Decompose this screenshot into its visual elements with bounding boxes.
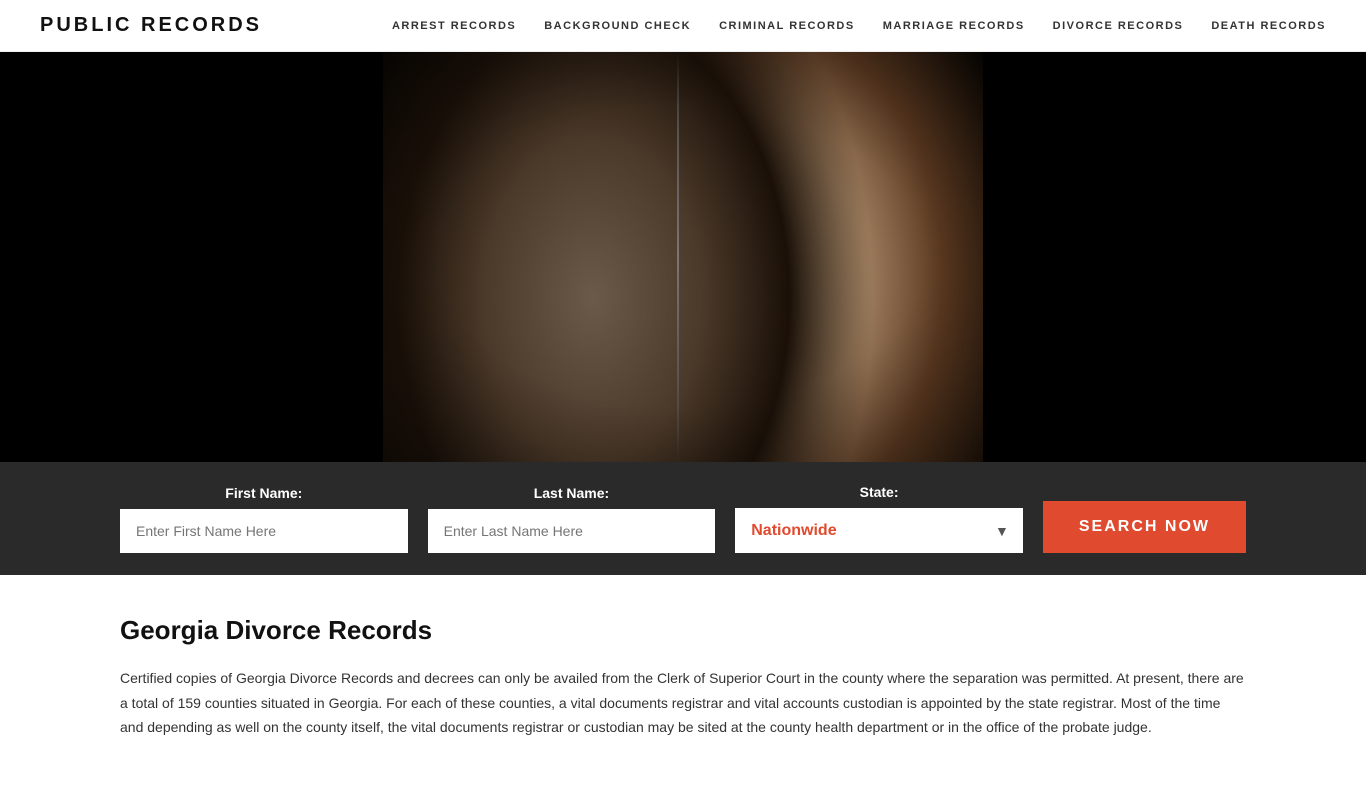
content-body: Certified copies of Georgia Divorce Reco…	[120, 666, 1246, 740]
site-header: PUBLIC RECORDS ARREST RECORDS BACKGROUND …	[0, 0, 1366, 52]
nav-link-background-check[interactable]: BACKGROUND CHECK	[544, 20, 691, 32]
hero-vignette	[0, 52, 1366, 462]
last-name-input[interactable]	[428, 509, 716, 553]
state-select-wrapper: NationwideAlabamaAlaskaArizonaArkansasCa…	[735, 508, 1023, 553]
first-name-label: First Name:	[120, 485, 408, 501]
hero-section	[0, 52, 1366, 462]
first-name-group: First Name:	[120, 485, 408, 553]
nav-link-criminal-records[interactable]: CRIMINAL RECORDS	[719, 20, 855, 32]
last-name-label: Last Name:	[428, 485, 716, 501]
last-name-group: Last Name:	[428, 485, 716, 553]
state-group: State: NationwideAlabamaAlaskaArizonaArk…	[735, 484, 1023, 553]
search-now-button[interactable]: SEARCH NOW	[1043, 501, 1246, 553]
state-select[interactable]: NationwideAlabamaAlaskaArizonaArkansasCa…	[735, 508, 1023, 553]
nav-link-arrest-records[interactable]: ARREST RECORDS	[392, 20, 516, 32]
nav-link-death-records[interactable]: DEATH RECORDS	[1211, 20, 1326, 32]
first-name-input[interactable]	[120, 509, 408, 553]
search-section: First Name: Last Name: State: Nationwide…	[0, 462, 1366, 575]
content-section: Georgia Divorce Records Certified copies…	[0, 575, 1366, 800]
main-nav: ARREST RECORDS BACKGROUND CHECK CRIMINAL R…	[392, 20, 1326, 32]
site-logo[interactable]: PUBLIC RECORDS	[40, 14, 262, 37]
state-label: State:	[735, 484, 1023, 500]
nav-link-divorce-records[interactable]: DIVORCE RECORDS	[1053, 20, 1184, 32]
search-button-wrapper: SEARCH NOW	[1043, 501, 1246, 553]
page-title: Georgia Divorce Records	[120, 615, 1246, 646]
nav-link-marriage-records[interactable]: MARRIAGE RECORDS	[883, 20, 1025, 32]
